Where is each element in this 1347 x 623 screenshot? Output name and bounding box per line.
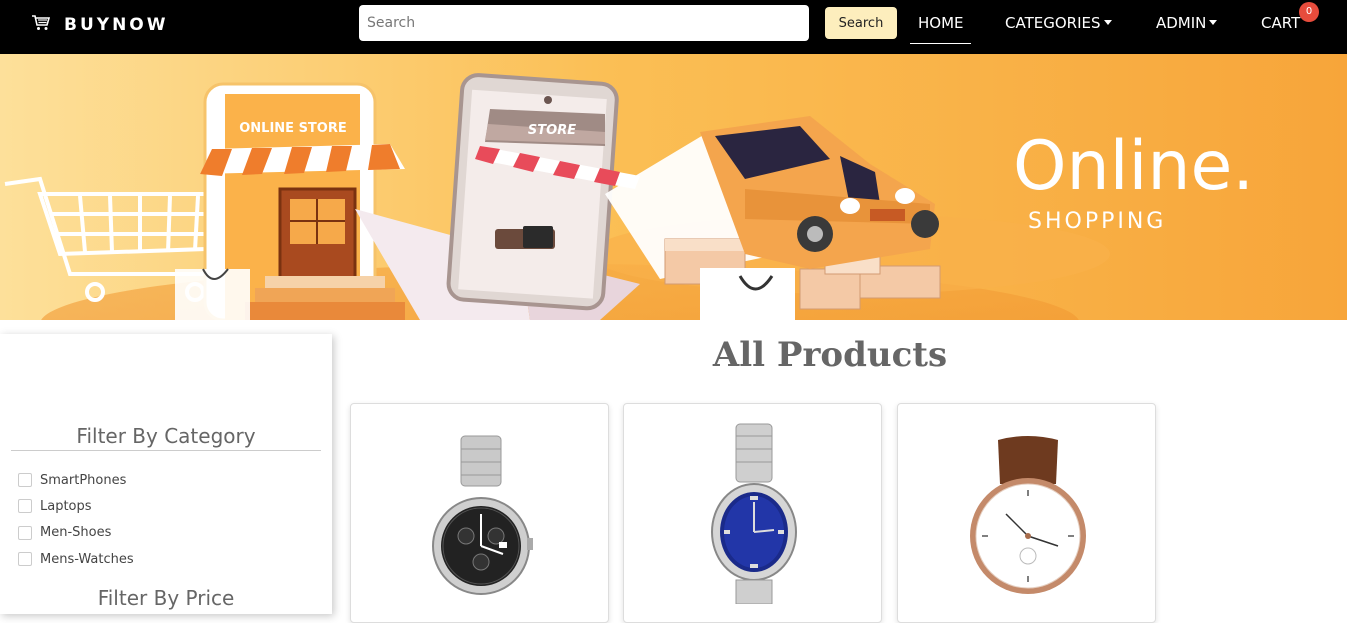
brand-name: BUYNOW bbox=[64, 14, 169, 35]
category-filter-item[interactable]: Laptops bbox=[18, 493, 134, 519]
online-shopping-illustration: ONLINE STORE STORE Online. SHOPPING bbox=[0, 54, 1347, 320]
filter-price-title: Filter By Price bbox=[97, 586, 235, 610]
black-chronograph-watch-image bbox=[432, 435, 533, 595]
white-dial-leather-watch-image bbox=[970, 436, 1086, 594]
category-checkbox[interactable] bbox=[18, 499, 32, 514]
category-label: SmartPhones bbox=[40, 472, 127, 488]
hero-subheadline: SHOPPING bbox=[1028, 209, 1166, 234]
active-nav-underline bbox=[910, 43, 971, 44]
caret-down-icon bbox=[1103, 20, 1112, 25]
category-filter-item[interactable]: Mens-Watches bbox=[18, 546, 134, 572]
category-label: Mens-Watches bbox=[40, 551, 134, 567]
filter-sidebar: Filter By Category SmartPhones Laptops M… bbox=[0, 334, 332, 614]
svg-text:ONLINE STORE: ONLINE STORE bbox=[239, 121, 347, 136]
nav-categories-dropdown[interactable]: CATEGORIES bbox=[1005, 14, 1112, 32]
product-card[interactable] bbox=[623, 403, 882, 623]
category-checkbox[interactable] bbox=[18, 552, 32, 567]
blue-dial-steel-watch-image bbox=[711, 423, 797, 604]
nav-categories-label: CATEGORIES bbox=[1005, 14, 1101, 32]
products-heading: All Products bbox=[712, 335, 948, 375]
category-checkbox[interactable] bbox=[18, 525, 32, 540]
svg-text:STORE: STORE bbox=[528, 123, 576, 138]
product-card[interactable] bbox=[350, 403, 609, 623]
category-label: Men-Shoes bbox=[40, 525, 112, 541]
nav-cart[interactable]: CART bbox=[1261, 14, 1300, 32]
cart-count-badge: 0 bbox=[1299, 2, 1319, 22]
category-label: Laptops bbox=[40, 498, 92, 514]
hero-headline: Online. bbox=[1013, 127, 1254, 206]
brand[interactable]: BUYNOW bbox=[31, 12, 169, 37]
search-button[interactable]: Search bbox=[825, 7, 897, 39]
navbar: BUYNOW Search HOME CATEGORIES ADMIN CART… bbox=[0, 0, 1347, 54]
category-filter-list: SmartPhones Laptops Men-Shoes Mens-Watch… bbox=[18, 467, 134, 572]
nav-admin-dropdown[interactable]: ADMIN bbox=[1156, 14, 1218, 32]
nav-home[interactable]: HOME bbox=[918, 14, 964, 32]
hero-banner[interactable]: ONLINE STORE STORE Online. SHOPPING bbox=[0, 54, 1347, 320]
category-filter-item[interactable]: Men-Shoes bbox=[18, 520, 134, 546]
caret-down-icon bbox=[1209, 20, 1218, 25]
nav-admin-label: ADMIN bbox=[1156, 14, 1207, 32]
category-checkbox[interactable] bbox=[18, 473, 32, 488]
category-filter-item[interactable]: SmartPhones bbox=[18, 467, 134, 493]
filter-category-title: Filter By Category bbox=[11, 424, 321, 451]
search-input[interactable] bbox=[359, 5, 809, 41]
cart-logo-icon bbox=[31, 12, 51, 37]
product-card[interactable] bbox=[897, 403, 1156, 623]
